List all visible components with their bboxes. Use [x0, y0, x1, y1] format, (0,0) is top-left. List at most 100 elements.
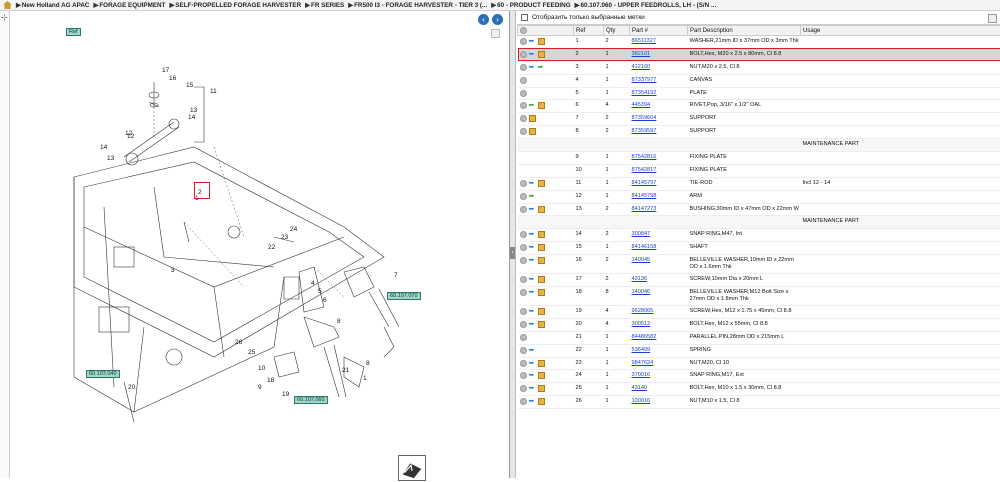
diagram-ref-label[interactable]: 19: [282, 391, 290, 398]
cart-icon[interactable]: [538, 102, 545, 109]
part-number-link[interactable]: 43136: [632, 276, 648, 282]
diagram-ref-label[interactable]: 14: [188, 114, 196, 121]
select-circle-icon[interactable]: [520, 334, 527, 341]
table-row[interactable]: ➥261100016NUT,M10 x 1.5, Cl 8: [518, 396, 1000, 409]
diagram-ref-label[interactable]: 14: [100, 144, 108, 151]
cart-icon[interactable]: [538, 206, 545, 213]
replaced-arrow-icon[interactable]: ➦: [529, 193, 536, 200]
table-row[interactable]: 7287359604SUPPORT: [518, 113, 1000, 126]
select-circle-icon[interactable]: [520, 51, 527, 58]
breadcrumb-item[interactable]: ▶SELF-PROPELLED FORAGE HARVESTER: [169, 2, 301, 9]
pane-splitter[interactable]: ‹: [510, 11, 516, 478]
diagram-ref-label[interactable]: 17: [162, 67, 170, 74]
table-row[interactable]: 9187542816FIXING PLATE: [518, 152, 1000, 165]
select-circle-icon[interactable]: [520, 289, 527, 296]
select-circle-icon[interactable]: [520, 372, 527, 379]
part-number-link[interactable]: 43140: [632, 385, 648, 391]
diagram-ref-label[interactable]: 3: [171, 267, 175, 274]
column-header[interactable]: Ref: [574, 26, 604, 36]
info-icon[interactable]: ➥: [529, 244, 536, 251]
info-icon[interactable]: ➥: [529, 308, 536, 315]
table-row[interactable]: ➥13284147273BUSHING,30mm ID x 47mm OD x …: [518, 203, 1000, 216]
diagram-ref-label[interactable]: 13: [190, 107, 198, 114]
select-circle-icon[interactable]: [520, 206, 527, 213]
part-number-link[interactable]: 84147273: [632, 206, 657, 212]
cart-icon[interactable]: [529, 128, 536, 135]
part-number-link[interactable]: 412160: [632, 64, 651, 70]
diagram-ref-label[interactable]: 16: [169, 75, 177, 82]
part-number-link[interactable]: 9847624: [632, 360, 654, 366]
select-circle-icon[interactable]: [520, 77, 527, 84]
cart-icon[interactable]: [538, 51, 545, 58]
callout-60-107-040[interactable]: 60.107.040: [86, 370, 120, 378]
part-number-link[interactable]: 140045: [632, 257, 651, 263]
filter-checkbox[interactable]: [521, 14, 528, 21]
select-circle-icon[interactable]: [520, 398, 527, 405]
select-circle-icon[interactable]: [520, 193, 527, 200]
replaced-arrow-icon[interactable]: ➦: [529, 102, 536, 109]
part-number-link[interactable]: 9628065: [632, 308, 654, 314]
info-icon[interactable]: ➥: [529, 180, 536, 187]
info-icon[interactable]: ➥: [529, 51, 536, 58]
diagram-ref-label[interactable]: 15: [186, 82, 194, 89]
select-circle-icon[interactable]: [520, 276, 527, 283]
part-number-link[interactable]: 87354192: [632, 90, 657, 96]
column-header[interactable]: Qty: [604, 26, 630, 36]
cart-icon[interactable]: [538, 38, 545, 45]
diagram-ref-label[interactable]: 4: [311, 280, 315, 287]
table-row[interactable]: ➦12184145798ARM: [518, 190, 1000, 203]
diagram-ref-label[interactable]: 13: [107, 155, 115, 162]
part-number-link[interactable]: 84146158: [632, 244, 657, 250]
table-row[interactable]: ➥17243136SCREW,10mm Dia x 20mm L: [518, 274, 1000, 287]
select-circle-icon[interactable]: [520, 115, 527, 122]
diagram-ref-label[interactable]: 21: [342, 367, 350, 374]
info-icon[interactable]: ➥: [529, 372, 536, 379]
diagram-ref-label[interactable]: 26: [235, 339, 243, 346]
part-number-link[interactable]: 445394: [632, 102, 651, 108]
cart-icon[interactable]: [538, 244, 545, 251]
cart-icon[interactable]: [538, 398, 545, 405]
info-icon[interactable]: ➥: [529, 38, 536, 45]
breadcrumb-item[interactable]: ▶FORAGE EQUIPMENT: [93, 2, 165, 9]
table-row[interactable]: ➥162140045BELLEVILLE WASHER,10mm ID x 22…: [518, 255, 1000, 274]
select-circle-icon[interactable]: [520, 102, 527, 109]
cart-icon[interactable]: [538, 385, 545, 392]
select-circle-icon[interactable]: [520, 308, 527, 315]
home-icon[interactable]: [3, 1, 12, 9]
cart-icon[interactable]: [538, 231, 545, 238]
table-row[interactable]: ➥15184146158SHAFT: [518, 242, 1000, 255]
header-select-icon[interactable]: [518, 26, 574, 36]
next-page-button[interactable]: ›: [492, 14, 503, 25]
diagram-ref-label[interactable]: 24: [290, 226, 298, 233]
cart-icon[interactable]: [538, 276, 545, 283]
table-row[interactable]: 21184486582PARALLEL PIN,28mm OD x 215mm …: [518, 331, 1000, 344]
table-row[interactable]: ➦64445394RIVET,Pop, 3/16" x 1/2" OAL: [518, 100, 1000, 113]
table-row[interactable]: ➥1286511327WASHER,21mm ID x 37mm OD x 3m…: [518, 36, 1000, 49]
cart-icon[interactable]: [538, 257, 545, 264]
info-icon[interactable]: ➥: [529, 276, 536, 283]
part-number-link[interactable]: 300512: [632, 321, 651, 327]
part-number-link[interactable]: 87542817: [632, 167, 657, 173]
info-icon[interactable]: ➥: [529, 321, 536, 328]
cart-icon[interactable]: [538, 308, 545, 315]
callout-60-107-060[interactable]: 60.107.060: [294, 396, 328, 404]
table-row[interactable]: ➥25143140BOLT,Hex, M10 x 1.5 x 30mm, Cl …: [518, 383, 1000, 396]
part-number-link[interactable]: 87359604: [632, 115, 657, 121]
table-row[interactable]: 5187354192PLATE: [518, 87, 1000, 100]
diagram-ref-label[interactable]: 25: [248, 349, 256, 356]
prev-page-button[interactable]: ‹: [478, 14, 489, 25]
diagram-ref-label[interactable]: 22: [268, 244, 276, 251]
select-circle-icon[interactable]: [520, 64, 527, 71]
select-circle-icon[interactable]: [520, 321, 527, 328]
diagram-ref-label[interactable]: 5: [318, 288, 322, 295]
breadcrumb-item[interactable]: ▶New Holland AG APAC: [16, 2, 89, 9]
cart-icon[interactable]: [538, 321, 545, 328]
select-circle-icon[interactable]: [520, 385, 527, 392]
table-row[interactable]: ➥➦31412160NUT,M20 x 2.5, Cl 8: [518, 61, 1000, 74]
header-circle-icon[interactable]: [520, 27, 527, 34]
part-number-link[interactable]: 87359597: [632, 128, 657, 134]
breadcrumb-item[interactable]: ▶60.107.060 - UPPER FEEDROLLS, LH - (S/N…: [575, 2, 717, 9]
table-row[interactable]: ➥142300847SNAP RING,M47, Int: [518, 229, 1000, 242]
diagram-ref-label[interactable]: 12: [127, 133, 135, 140]
diagram-ref-label[interactable]: 20: [128, 384, 136, 391]
